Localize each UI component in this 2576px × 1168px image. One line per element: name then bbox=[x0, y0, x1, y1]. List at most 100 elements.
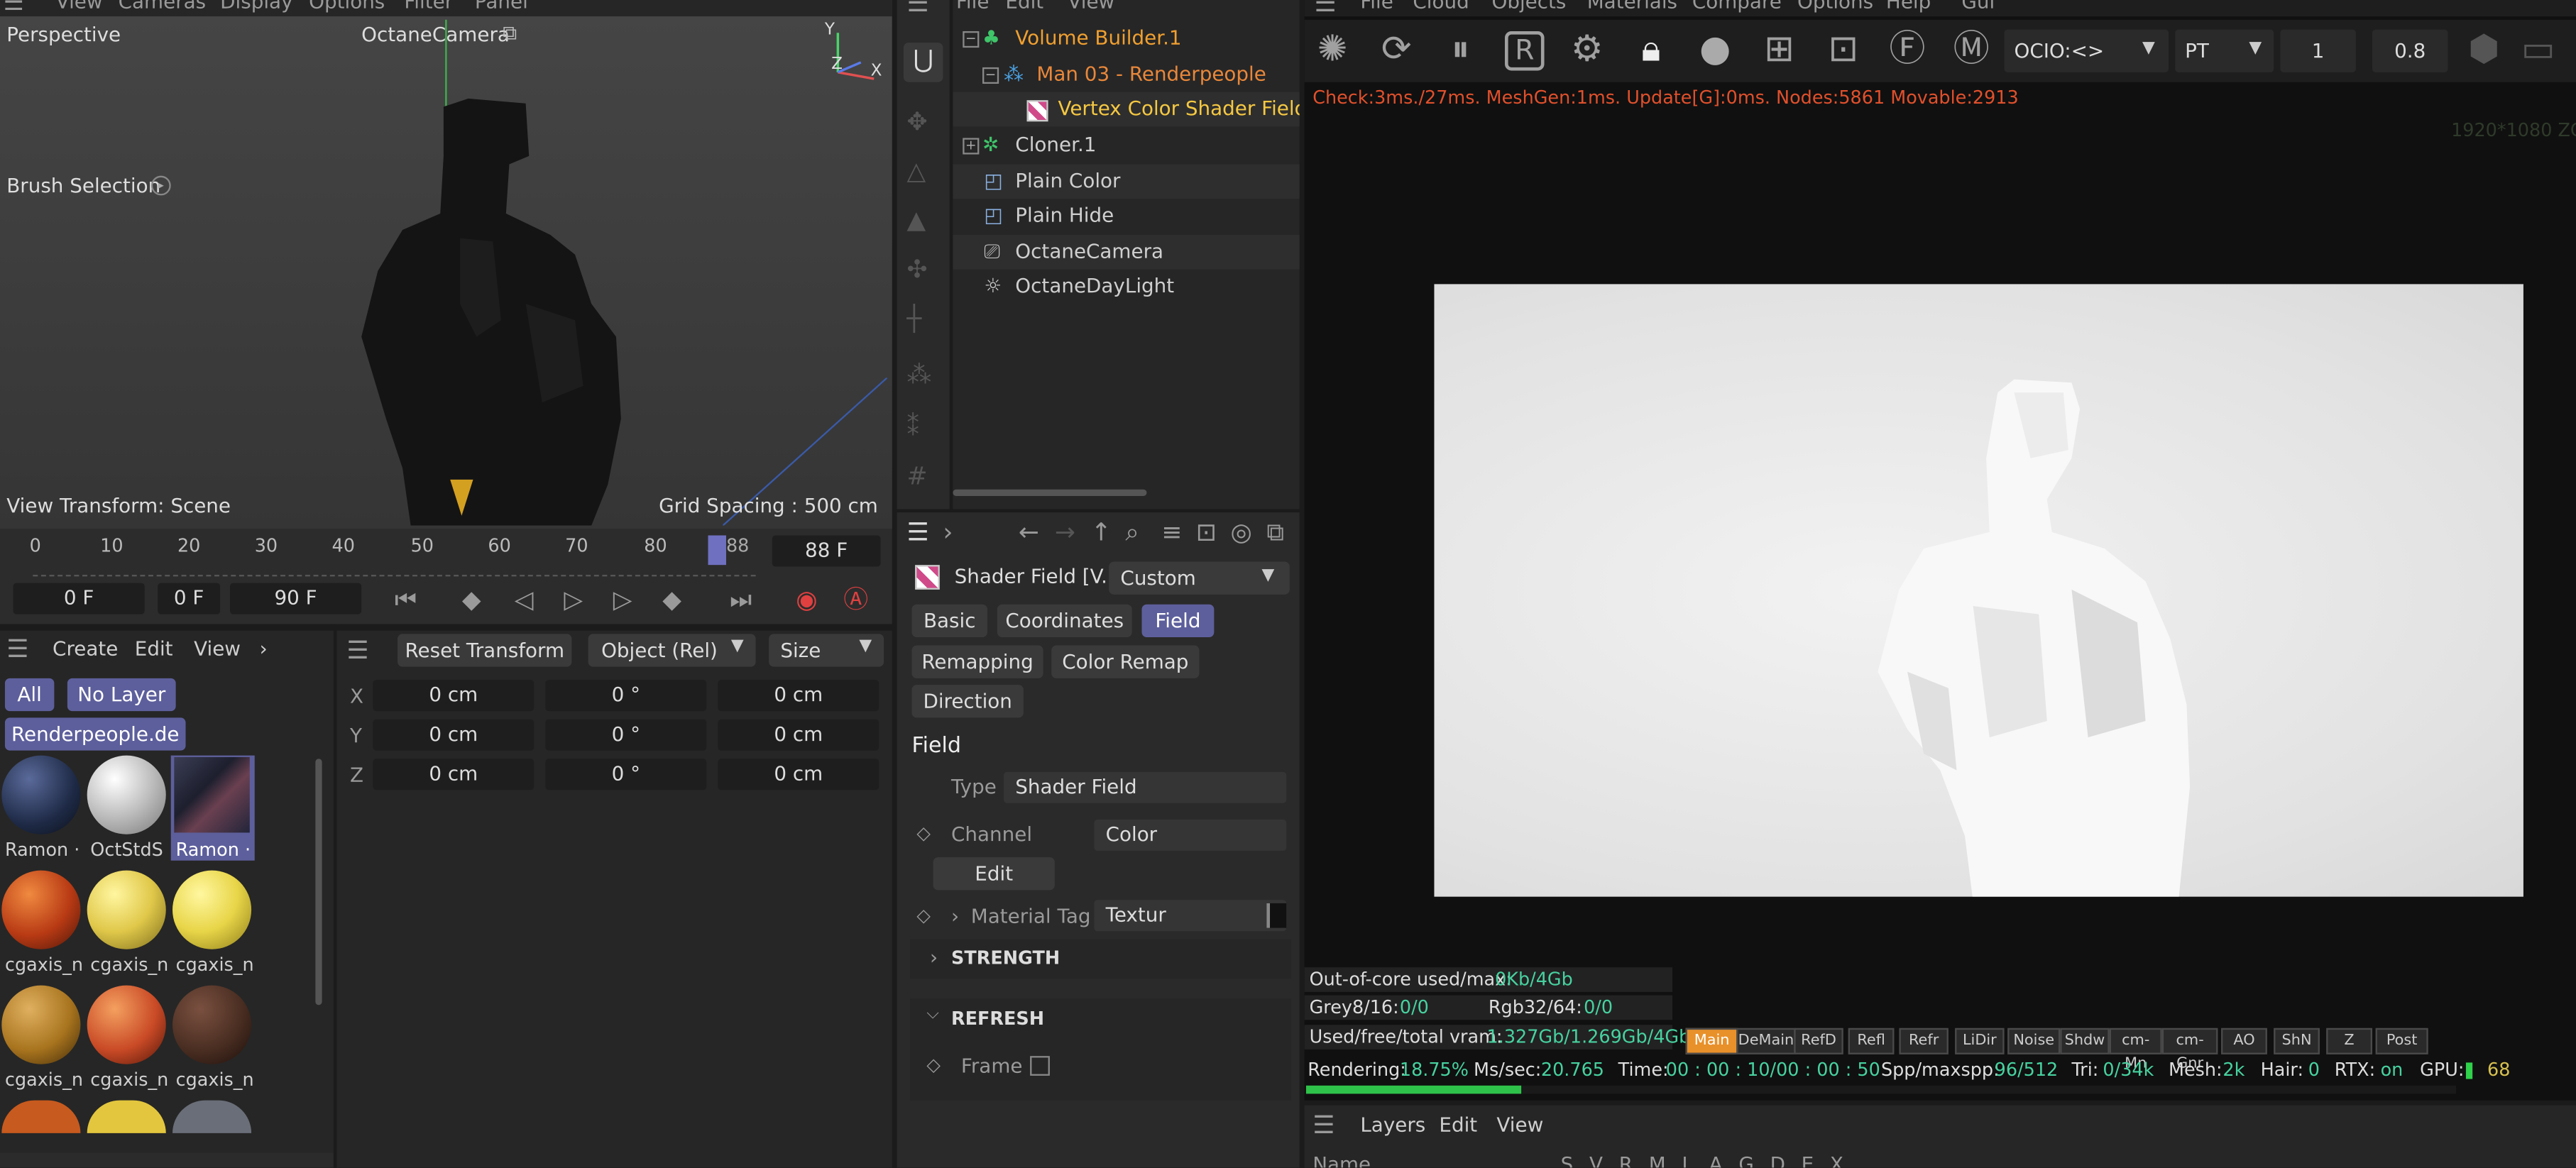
tool-icon-6[interactable]: ⁂ bbox=[907, 358, 932, 391]
render-menu-gui[interactable]: Gui bbox=[1961, 0, 1995, 13]
filter-no-layer-button[interactable]: No Layer bbox=[67, 678, 176, 712]
frame-keyframe-icon[interactable]: ◇ bbox=[926, 1054, 941, 1076]
forward-arrow-icon[interactable]: → bbox=[1055, 516, 1075, 549]
layer-manager[interactable]: ☰ Layers Edit View Name S V R M L A G D … bbox=[1304, 1105, 2576, 1168]
object-name[interactable]: Cloner.1 bbox=[1015, 128, 1096, 163]
material-tag-keyframe-icon[interactable]: ◇ bbox=[916, 905, 931, 926]
reset-transform-button[interactable]: Reset Transform bbox=[398, 634, 572, 667]
material-tag-expand-icon[interactable]: › bbox=[951, 905, 959, 927]
settings-gear-icon[interactable]: ⚙ bbox=[1562, 26, 1611, 75]
pass-demain[interactable]: DeMain bbox=[1736, 1027, 1796, 1054]
render-hamburger-icon[interactable]: ☰ bbox=[1315, 0, 1337, 16]
new-window-icon[interactable]: ⧉ bbox=[1266, 516, 1284, 549]
material-ball-icon[interactable]: ● bbox=[1691, 26, 1740, 75]
up-arrow-icon[interactable]: ↑ bbox=[1091, 516, 1112, 549]
refresh-section[interactable]: ⌵ REFRESH ◇ Frame bbox=[910, 998, 1292, 1101]
pass-post[interactable]: Post bbox=[2375, 1027, 2428, 1054]
strength-expand-icon[interactable]: › bbox=[930, 946, 938, 969]
layers-menu-edit[interactable]: Edit bbox=[1439, 1113, 1477, 1136]
go-to-start-icon[interactable]: ⏮ bbox=[388, 583, 424, 616]
camera-label[interactable]: OctaneCamera bbox=[361, 23, 510, 45]
object-name[interactable]: OctaneDayLight bbox=[1015, 270, 1174, 304]
end-frame-field[interactable]: 90 F bbox=[230, 583, 362, 615]
object-name[interactable]: Plain Hide bbox=[1015, 199, 1114, 233]
step-back-icon[interactable]: ◁ bbox=[506, 583, 542, 616]
viewport-menu-panel[interactable]: Panel bbox=[475, 0, 528, 13]
render-start-icon[interactable]: ✺ bbox=[1308, 26, 1356, 75]
material-scrollbar[interactable] bbox=[315, 759, 322, 1006]
viewport-menu-view[interactable]: View bbox=[56, 0, 103, 13]
object-row-man-03[interactable]: − ⁂ Man 03 - Renderpeople bbox=[953, 57, 1299, 92]
rotation-y-field[interactable]: 0 ° bbox=[545, 719, 707, 751]
channel-dropdown[interactable]: Color bbox=[1094, 819, 1287, 851]
coordinates-hamburger-icon[interactable]: ☰ bbox=[346, 634, 368, 666]
focus-pin-icon[interactable]: Ⓕ bbox=[1882, 26, 1931, 75]
pass-noise[interactable]: Noise bbox=[2007, 1027, 2061, 1054]
lock-icon[interactable]: ⊡ bbox=[1196, 516, 1217, 549]
attributes-more-icon[interactable]: › bbox=[943, 516, 953, 549]
value-b-field[interactable]: 0.8 bbox=[2372, 29, 2448, 72]
tool-icon-8[interactable]: # bbox=[907, 460, 928, 492]
timeline-playhead[interactable] bbox=[708, 535, 726, 566]
tool-icon-5[interactable]: ┼ bbox=[907, 302, 922, 335]
back-arrow-icon[interactable]: ← bbox=[1019, 516, 1039, 549]
material-sphere-partial[interactable] bbox=[1, 1100, 81, 1133]
viewport-menu-cameras[interactable]: Cameras bbox=[119, 0, 206, 13]
size-y-field[interactable]: 0 cm bbox=[718, 719, 879, 751]
magnet-icon[interactable]: ⋃ bbox=[903, 43, 943, 82]
material-swatch-3[interactable]: Ramon · bbox=[170, 755, 255, 861]
tool-icon-1[interactable]: ✥ bbox=[907, 105, 928, 138]
strip-hamburger-icon[interactable]: ☰ bbox=[907, 0, 929, 20]
pass-lidir[interactable]: LiDir bbox=[1955, 1027, 2005, 1054]
layer-tag-button[interactable]: Renderpeople.de bbox=[4, 717, 186, 751]
timeline[interactable]: 0 10 20 30 40 50 60 70 80 88 88 F 0 F 0 … bbox=[0, 529, 892, 624]
camera-link-icon[interactable]: ⧉ bbox=[503, 21, 517, 46]
add-frame-icon[interactable]: ⊞ bbox=[1755, 26, 1804, 75]
material-menu-create[interactable]: Create bbox=[53, 637, 118, 660]
material-sphere-partial[interactable] bbox=[87, 1100, 166, 1133]
render-menu-options[interactable]: Options bbox=[1797, 0, 1873, 13]
size-mode-chevron-icon[interactable]: ▼ bbox=[859, 637, 872, 655]
object-menu-file[interactable]: File bbox=[956, 0, 990, 13]
object-row-plain-color[interactable]: ◰ Plain Color bbox=[953, 164, 1300, 199]
min-frame-field[interactable]: 0 F bbox=[158, 583, 221, 615]
render-menu-compare[interactable]: Compare bbox=[1692, 0, 1782, 13]
pass-cm-gnr[interactable]: cm-Gnr bbox=[2161, 1027, 2218, 1072]
tab-basic[interactable]: Basic bbox=[911, 604, 987, 637]
tool-icon-4[interactable]: ✣ bbox=[907, 253, 928, 285]
preset-chevron-icon[interactable]: ▼ bbox=[1261, 566, 1274, 584]
tab-color-remap[interactable]: Color Remap bbox=[1051, 645, 1200, 678]
pass-refr[interactable]: Refr bbox=[1899, 1027, 1949, 1054]
material-tag-field[interactable]: Textur bbox=[1094, 900, 1287, 932]
next-key-icon[interactable]: ◆ bbox=[654, 583, 690, 616]
pause-icon[interactable]: ⏸ bbox=[1436, 26, 1485, 75]
object-name[interactable]: Volume Builder.1 bbox=[1015, 21, 1181, 56]
coordinate-mode-chevron-icon[interactable]: ▼ bbox=[731, 637, 744, 655]
object-menu-view[interactable]: View bbox=[1068, 0, 1114, 13]
refresh-collapse-icon[interactable]: ⌵ bbox=[926, 1005, 939, 1023]
region-render-icon[interactable]: R bbox=[1500, 26, 1549, 75]
material-hamburger-icon[interactable]: ☰ bbox=[6, 632, 28, 665]
octane-live-viewer[interactable]: ☰ File Cloud Objects Materials Compare O… bbox=[1304, 0, 2576, 1101]
attributes-hamburger-icon[interactable]: ☰ bbox=[907, 516, 929, 549]
previous-key-icon[interactable]: ◆ bbox=[454, 583, 490, 616]
material-menu-edit[interactable]: Edit bbox=[135, 637, 173, 660]
material-manager[interactable]: ☰ Create Edit View › All No Layer Render… bbox=[0, 630, 334, 1168]
render-image[interactable] bbox=[1434, 284, 2523, 897]
edit-button[interactable]: Edit bbox=[933, 857, 1055, 891]
target-icon[interactable]: ◎ bbox=[1230, 516, 1251, 549]
collapse-icon[interactable]: − bbox=[963, 31, 980, 48]
pass-refd[interactable]: RefD bbox=[1794, 1027, 1843, 1054]
strength-section[interactable]: › STRENGTH bbox=[910, 939, 1292, 979]
position-y-field[interactable]: 0 cm bbox=[373, 719, 535, 751]
channel-keyframe-icon[interactable]: ◇ bbox=[916, 823, 931, 844]
material-pin-icon[interactable]: Ⓜ bbox=[1947, 26, 1996, 75]
layers-menu-layers[interactable]: Layers bbox=[1360, 1113, 1425, 1136]
render-menu-objects[interactable]: Objects bbox=[1491, 0, 1566, 13]
material-sphere-partial[interactable] bbox=[172, 1100, 252, 1133]
render-menu-cloud[interactable]: Cloud bbox=[1413, 0, 1469, 13]
object-row-plain-hide[interactable]: ◰ Plain Hide bbox=[953, 199, 1299, 233]
tab-coordinates[interactable]: Coordinates bbox=[997, 604, 1132, 637]
object-name[interactable]: Man 03 - Renderpeople bbox=[1036, 57, 1266, 92]
tool-icon-3[interactable]: ▲ bbox=[907, 204, 926, 236]
